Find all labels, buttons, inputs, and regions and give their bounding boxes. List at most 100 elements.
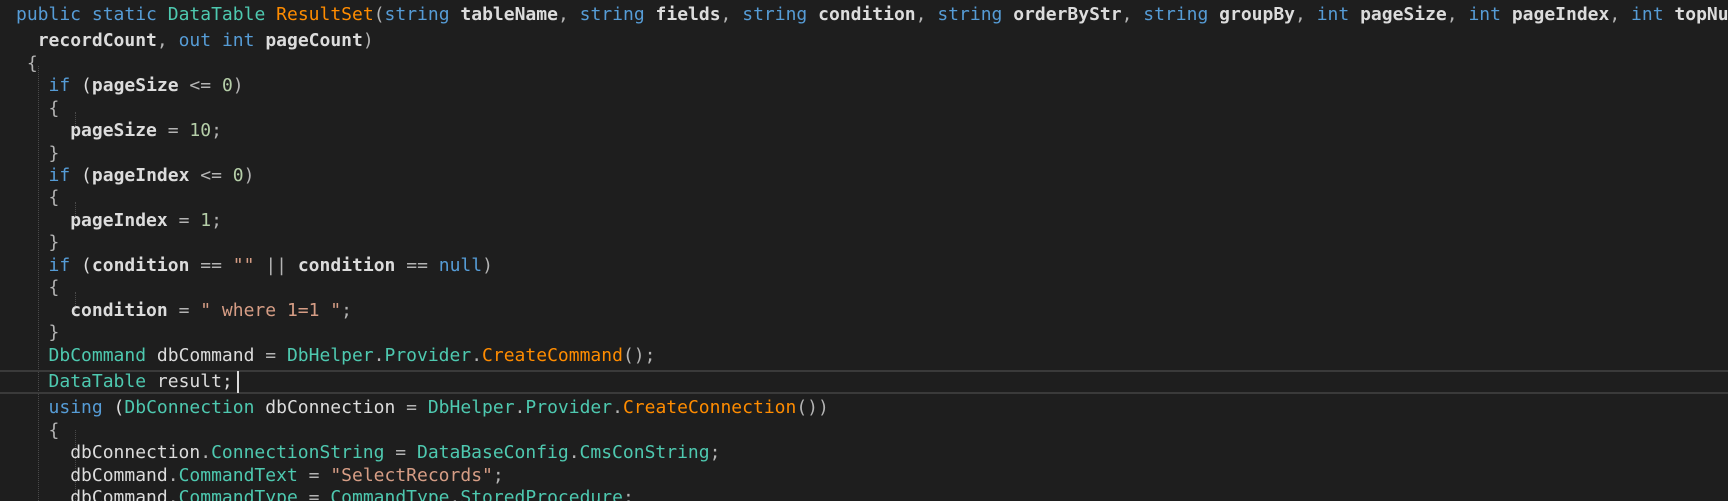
- code-line: pageIndex = 1;: [16, 210, 222, 232]
- text-caret: [237, 371, 239, 393]
- code-token: ,: [1609, 4, 1632, 25]
- code-token: DbConnection: [124, 397, 255, 418]
- code-line: pageSize = 10;: [16, 120, 222, 142]
- code-token: dbCommand: [70, 465, 168, 486]
- code-token: dbCommand: [70, 487, 168, 501]
- code-line: {: [16, 53, 38, 75]
- code-token: pageIndex: [70, 210, 168, 231]
- code-token: pageSize: [1360, 4, 1447, 25]
- code-token: "SelectRecords": [330, 465, 493, 486]
- code-token: ): [362, 30, 374, 51]
- code-token: " where 1=1 ": [200, 300, 342, 321]
- code-token: pageCount: [265, 30, 363, 51]
- code-token: =: [297, 465, 331, 486]
- code-token: ||: [254, 255, 298, 276]
- code-token: CommandType: [330, 487, 450, 501]
- code-token: "": [232, 255, 255, 276]
- code-token: condition: [91, 255, 190, 276]
- code-editor[interactable]: public static DataTable ResultSet(string…: [0, 0, 1728, 501]
- code-token: =: [156, 120, 190, 141]
- code-token: dbConnection: [70, 442, 201, 463]
- code-token: (: [102, 397, 125, 418]
- code-token: CommandType: [178, 487, 298, 501]
- code-token: ,: [720, 4, 743, 25]
- code-token: =: [297, 487, 331, 501]
- code-token: DbHelper: [286, 345, 374, 366]
- code-token: CommandText: [178, 465, 298, 486]
- code-line: if (pageSize <= 0): [16, 75, 244, 97]
- code-token: ConnectionString: [211, 442, 385, 463]
- code-token: ;: [211, 210, 222, 231]
- code-token: =: [384, 442, 417, 463]
- code-line: dbCommand.CommandType = CommandType.Stor…: [16, 487, 634, 501]
- code-token: if: [48, 75, 71, 96]
- code-token: string: [742, 4, 808, 25]
- code-token: ,: [1295, 4, 1317, 25]
- code-token: orderByStr: [1013, 4, 1122, 25]
- code-token: ,: [1446, 4, 1469, 25]
- code-line: {: [16, 420, 60, 442]
- code-token: Provider: [384, 345, 472, 366]
- code-token: StoredProcedure: [460, 487, 623, 501]
- code-token: pageSize: [91, 75, 179, 96]
- code-line: dbCommand.CommandText = "SelectRecords";: [16, 465, 504, 487]
- code-token: pageSize: [70, 120, 157, 141]
- code-line: {: [16, 187, 60, 209]
- code-token: int: [221, 30, 255, 51]
- code-token: =: [167, 210, 201, 231]
- code-token: null: [438, 255, 483, 276]
- code-token: condition: [818, 4, 916, 25]
- code-token: DbCommand: [48, 345, 147, 366]
- code-token: 1: [200, 210, 212, 231]
- code-token: {: [26, 53, 38, 74]
- code-token: groupBy: [1219, 4, 1296, 25]
- code-token: =: [395, 397, 428, 418]
- code-token: static: [91, 4, 157, 25]
- code-token: .: [373, 345, 385, 366]
- code-token: recordCount: [37, 30, 157, 51]
- code-token: .: [514, 397, 526, 418]
- code-token: int: [1631, 4, 1664, 25]
- code-token: CmsConString: [579, 442, 710, 463]
- code-token: ==: [189, 255, 233, 276]
- code-token: CreateConnection: [622, 397, 797, 418]
- code-token: ();: [622, 345, 656, 366]
- code-token: <=: [189, 165, 233, 186]
- code-token: (: [70, 255, 92, 276]
- code-line: DbCommand dbCommand = DbHelper.Provider.…: [16, 345, 656, 367]
- code-token: =: [167, 300, 201, 321]
- code-token: (: [70, 75, 92, 96]
- code-token: pageIndex: [1511, 4, 1610, 25]
- code-token: {: [48, 420, 60, 441]
- code-token: .: [471, 345, 483, 366]
- code-token: ): [232, 75, 244, 96]
- code-token: .: [449, 487, 461, 501]
- code-token: .: [612, 397, 623, 418]
- code-token: }: [48, 322, 60, 343]
- code-token: (: [373, 4, 385, 25]
- code-line: {: [16, 98, 60, 120]
- code-line: public static DataTable ResultSet(string…: [16, 4, 1728, 26]
- code-token: using: [48, 397, 103, 418]
- code-token: ResultSet: [276, 4, 374, 25]
- code-token: pageIndex: [91, 165, 190, 186]
